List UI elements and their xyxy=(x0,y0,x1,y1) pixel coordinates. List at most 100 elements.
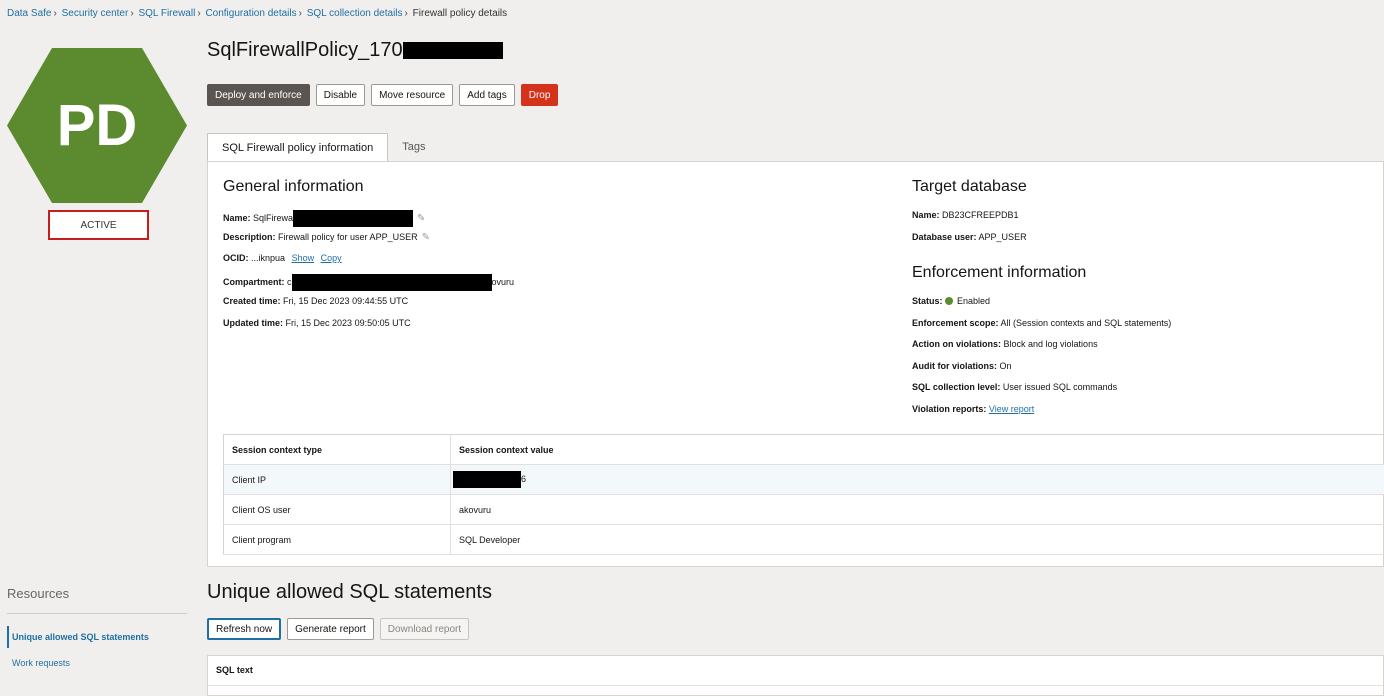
name-label: Name: xyxy=(223,212,251,223)
cell-value: 6 xyxy=(450,464,1384,495)
status-enabled-icon xyxy=(945,297,954,305)
field-created-time: Created time: Fri, 15 Dec 2023 09:44:55 … xyxy=(223,296,408,306)
resource-initials: PD xyxy=(56,93,138,158)
compartment-suffix: ovuru xyxy=(491,276,515,287)
action-label: Action on violations: xyxy=(912,339,1001,349)
breadcrumb-separator: › xyxy=(197,8,201,19)
breadcrumb-current: Firewall policy details xyxy=(412,8,508,19)
resource-hexagon-icon: PD xyxy=(7,48,187,203)
level-label: SQL collection level: xyxy=(912,382,1001,392)
database-user-value: APP_USER xyxy=(978,232,1027,242)
action-value: Block and log violations xyxy=(1003,339,1098,349)
breadcrumb-separator: › xyxy=(404,8,408,19)
breadcrumb-sql-firewall[interactable]: SQL Firewall xyxy=(138,8,195,19)
updated-label: Updated time: xyxy=(223,318,284,328)
page-title-text: SqlFirewallPolicy_170 xyxy=(207,39,403,61)
breadcrumb-sql-collection-details[interactable]: SQL collection details xyxy=(307,8,403,19)
field-sql-collection-level: SQL collection level: User issued SQL co… xyxy=(912,382,1117,392)
resources-divider xyxy=(7,613,187,614)
ocid-value: ...iknpua xyxy=(251,253,286,263)
resource-item-work-requests[interactable]: Work requests xyxy=(12,658,70,668)
resource-item-unique-sql[interactable]: Unique allowed SQL statements xyxy=(12,632,149,642)
view-report-link[interactable]: View report xyxy=(989,404,1034,414)
status-label: Status: xyxy=(912,296,943,306)
field-updated-time: Updated time: Fri, 15 Dec 2023 09:50:05 … xyxy=(223,318,411,328)
compartment-label: Compartment: xyxy=(223,276,285,287)
breadcrumb-separator: › xyxy=(53,8,57,19)
created-value: Fri, 15 Dec 2023 09:44:55 UTC xyxy=(283,296,409,306)
policy-info-panel: General information Name: SqlFirewa ✎ Des… xyxy=(207,161,1384,567)
breadcrumb-data-safe[interactable]: Data Safe xyxy=(7,8,51,19)
edit-description-pencil-icon[interactable]: ✎ xyxy=(422,232,430,243)
edit-name-pencil-icon[interactable]: ✎ xyxy=(417,213,425,224)
description-label: Description: xyxy=(223,232,276,242)
drop-button[interactable]: Drop xyxy=(520,84,559,106)
status-value: Enabled xyxy=(957,296,991,306)
ocid-label: OCID: xyxy=(223,253,249,263)
field-action-on-violations: Action on violations: Block and log viol… xyxy=(912,339,1098,349)
refresh-now-button[interactable]: Refresh now xyxy=(207,618,282,640)
cell-value-text: 6 xyxy=(521,473,527,484)
deploy-and-enforce-button[interactable]: Deploy and enforce xyxy=(207,84,310,106)
field-audit-for-violations: Audit for violations: On xyxy=(912,361,1012,371)
column-header-value: Session context value xyxy=(450,434,1384,465)
resources-heading: Resources xyxy=(7,586,70,601)
field-ocid: OCID: ...iknpua Show Copy xyxy=(223,253,342,263)
breadcrumb: Data Safe › Security center › SQL Firewall… xyxy=(7,8,507,19)
field-enforcement-scope: Enforcement scope: All (Session contexts… xyxy=(912,318,1171,328)
tab-policy-information[interactable]: SQL Firewall policy information xyxy=(207,133,389,162)
field-violation-reports: Violation reports: View report xyxy=(912,404,1034,414)
scope-value: All (Session contexts and SQL statements… xyxy=(1000,318,1172,328)
add-tags-button[interactable]: Add tags xyxy=(459,84,515,106)
breadcrumb-security-center[interactable]: Security center xyxy=(62,8,129,19)
audit-value: On xyxy=(999,361,1012,371)
action-toolbar: Deploy and enforce Disable Move resource… xyxy=(207,84,559,106)
table-row: Client program SQL Developer xyxy=(223,524,1384,555)
name-value: SqlFirewa xyxy=(253,212,294,223)
table-row: Client OS user akovuru xyxy=(223,494,1384,525)
sql-statements-table: SQL text xyxy=(207,655,1384,696)
redaction-box xyxy=(402,42,503,60)
field-name: Name: SqlFirewa ✎ xyxy=(223,210,425,227)
status-badge: ACTIVE xyxy=(48,210,149,240)
table-header-row: Session context type Session context val… xyxy=(223,434,1384,465)
cell-type: Client program xyxy=(223,524,451,555)
scope-label: Enforcement scope: xyxy=(912,318,999,328)
table-divider xyxy=(208,685,1383,686)
field-description: Description: Firewall policy for user AP… xyxy=(223,232,430,243)
audit-label: Audit for violations: xyxy=(912,361,997,371)
field-compartment: Compartment: c ovuru xyxy=(223,274,514,291)
tab-tags[interactable]: Tags xyxy=(388,133,439,161)
cell-value: akovuru xyxy=(450,494,1384,525)
move-resource-button[interactable]: Move resource xyxy=(371,84,454,106)
field-target-name: Name: DB23CFREEPDB1 xyxy=(912,210,1019,220)
column-header-sql-text: SQL text xyxy=(216,665,253,675)
description-value: Firewall policy for user APP_USER xyxy=(278,232,418,242)
ocid-copy-link[interactable]: Copy xyxy=(321,253,342,263)
redaction-box xyxy=(453,471,521,488)
general-info-heading: General information xyxy=(223,178,364,195)
generate-report-button[interactable]: Generate report xyxy=(287,618,374,640)
cell-type: Client IP xyxy=(223,464,451,495)
field-database-user: Database user: APP_USER xyxy=(912,232,1027,242)
target-name-value: DB23CFREEPDB1 xyxy=(942,210,1019,220)
disable-button[interactable]: Disable xyxy=(315,84,366,106)
redaction-box xyxy=(291,274,492,291)
database-user-label: Database user: xyxy=(912,232,977,242)
field-status: Status: Enabled xyxy=(912,296,990,306)
sql-section-toolbar: Refresh now Generate report Download rep… xyxy=(207,618,470,640)
cell-type: Client OS user xyxy=(223,494,451,525)
page-title: SqlFirewallPolicy_170 xyxy=(207,39,503,62)
tab-bar: SQL Firewall policy information Tags xyxy=(207,133,439,162)
updated-value: Fri, 15 Dec 2023 09:50:05 UTC xyxy=(285,318,411,328)
target-database-heading: Target database xyxy=(912,178,1027,195)
breadcrumb-configuration-details[interactable]: Configuration details xyxy=(205,8,296,19)
download-report-button[interactable]: Download report xyxy=(379,618,470,640)
selected-indicator xyxy=(7,626,9,648)
sql-section-heading: Unique allowed SQL statements xyxy=(207,581,492,603)
redaction-box xyxy=(293,210,414,227)
ocid-show-link[interactable]: Show xyxy=(292,253,315,263)
level-value: User issued SQL commands xyxy=(1002,382,1118,392)
breadcrumb-separator: › xyxy=(298,8,302,19)
session-context-table: Session context type Session context val… xyxy=(223,434,1384,555)
